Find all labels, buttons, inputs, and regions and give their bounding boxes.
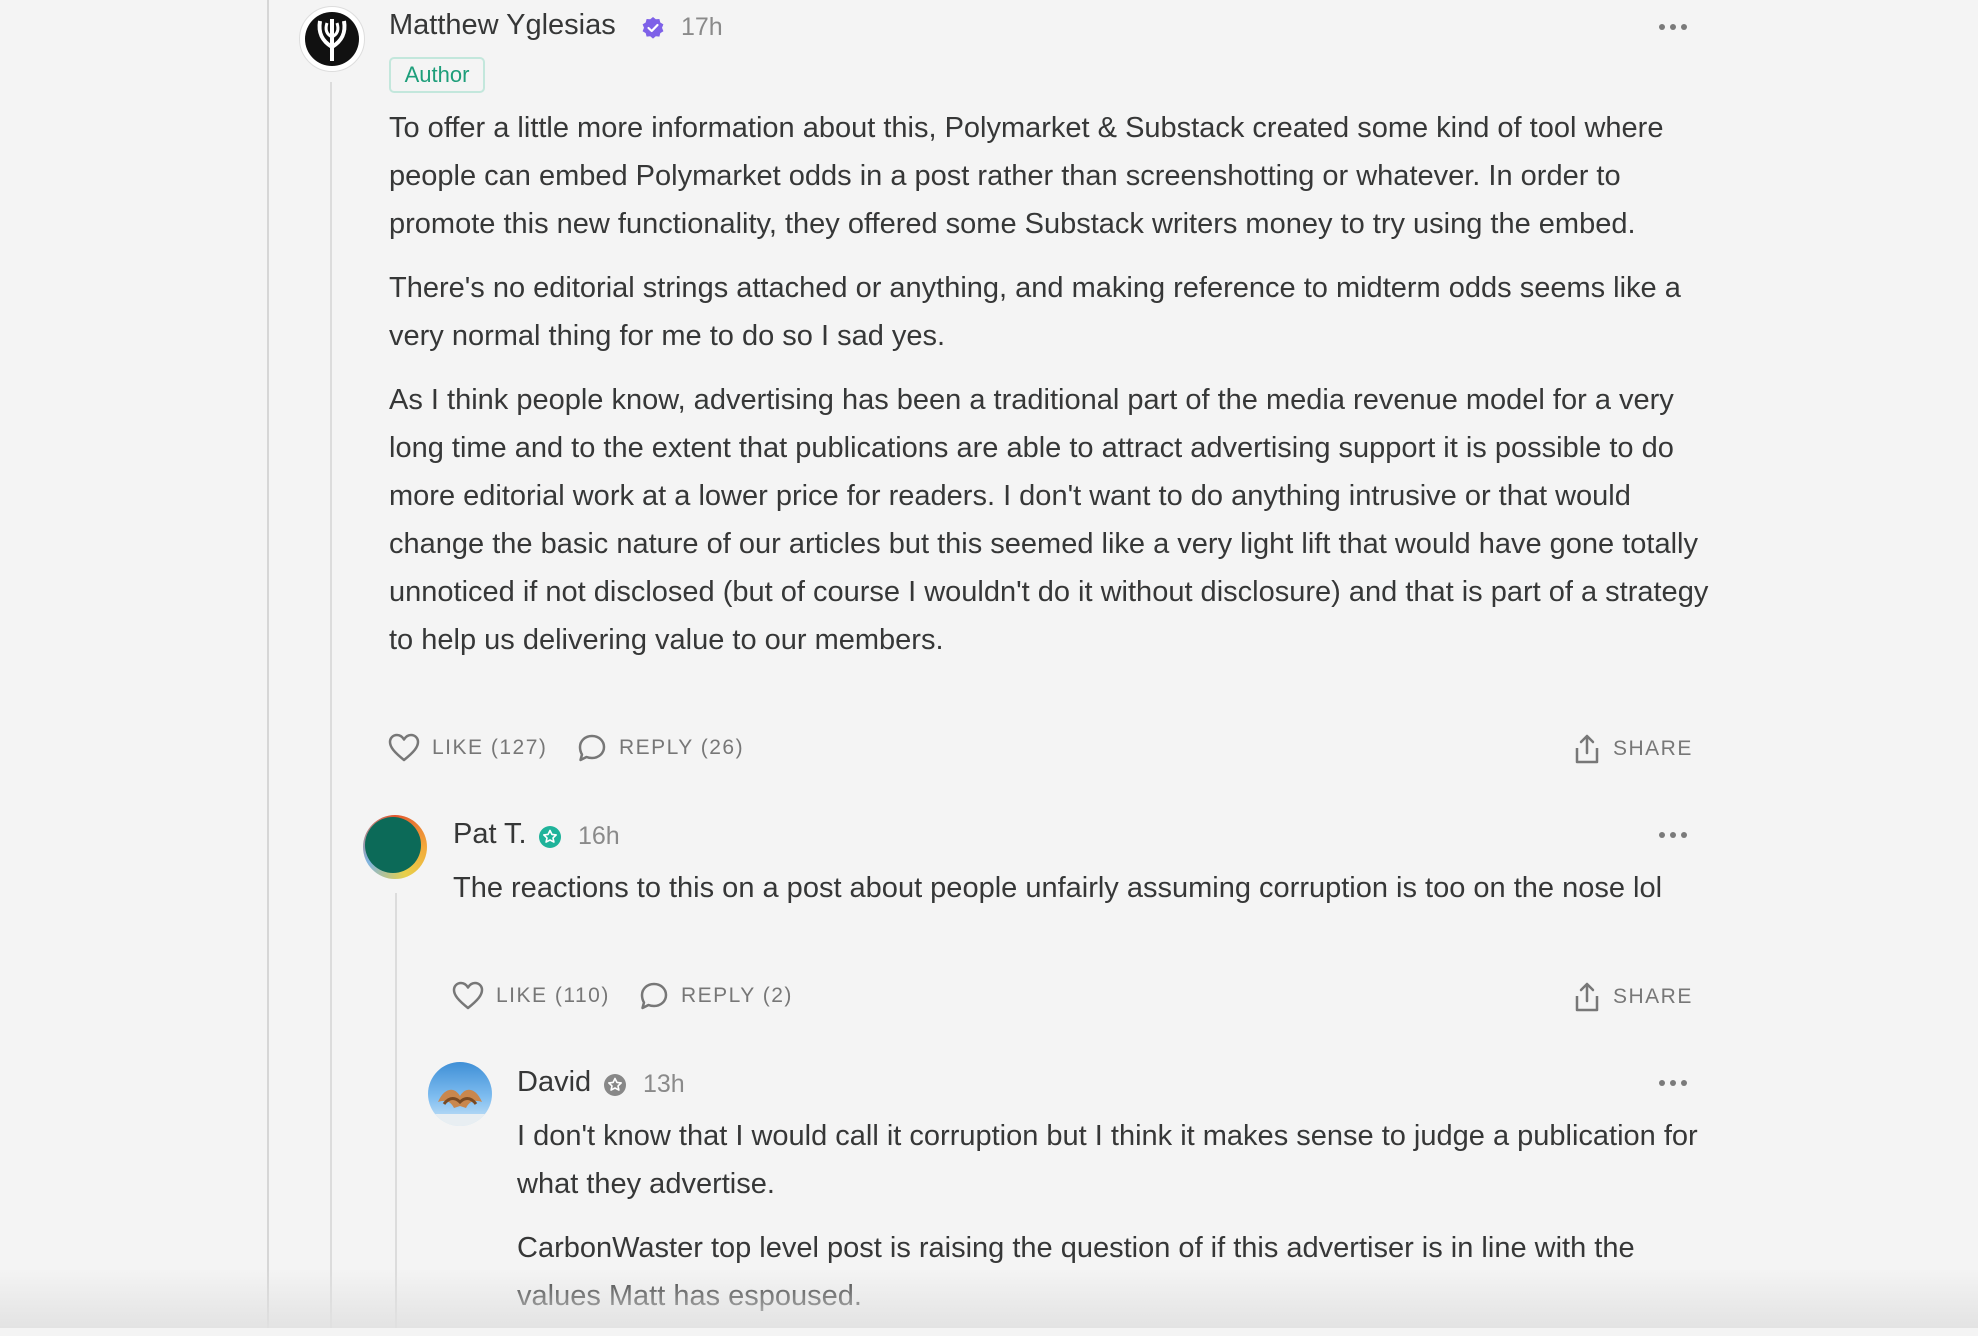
comment-author-name[interactable]: Matthew Yglesias — [389, 9, 616, 42]
more-options-icon[interactable] — [1658, 1077, 1688, 1089]
comment-timestamp[interactable]: 16h — [578, 822, 620, 851]
verified-check-icon — [642, 17, 664, 39]
speech-bubble-icon — [578, 734, 606, 762]
share-label: SHARE — [1613, 985, 1693, 1008]
author-badge: Author — [389, 57, 485, 93]
comment-author-name[interactable]: David — [517, 1066, 591, 1099]
reply-button[interactable]: REPLY (2) — [639, 981, 793, 1011]
reply-label: REPLY (26) — [619, 736, 745, 759]
share-label: SHARE — [1613, 737, 1693, 760]
share-button[interactable]: SHARE — [1573, 733, 1693, 765]
comment-paragraph: The reactions to this on a post about pe… — [453, 872, 1663, 904]
bottom-fade — [0, 1268, 1978, 1328]
more-options-icon[interactable] — [1658, 829, 1688, 841]
comment-paragraph: There's no editorial strings attached or… — [389, 272, 1681, 352]
like-button[interactable]: LIKE (110) — [452, 981, 610, 1011]
more-options-icon[interactable] — [1658, 21, 1688, 33]
subscriber-badge-icon — [604, 1074, 626, 1096]
subscriber-badge-icon — [539, 826, 561, 848]
like-button[interactable]: LIKE (127) — [388, 733, 547, 763]
comment-paragraph: To offer a little more information about… — [389, 112, 1664, 240]
comment-body: The reactions to this on a post about pe… — [453, 864, 1703, 928]
avatar-matthew-yglesias[interactable] — [299, 6, 365, 72]
comment-paragraph: I don't know that I would call it corrup… — [517, 1120, 1698, 1200]
heart-icon — [452, 981, 484, 1010]
thread-line-level-1[interactable] — [330, 82, 332, 1328]
comment-timestamp[interactable]: 17h — [681, 13, 723, 42]
heart-icon — [388, 733, 420, 762]
like-label: LIKE (127) — [432, 736, 548, 759]
reply-label: REPLY (2) — [681, 984, 793, 1007]
comment-paragraph: As I think people know, advertising has … — [389, 384, 1709, 656]
share-icon — [1575, 734, 1599, 764]
comment-timestamp[interactable]: 13h — [643, 1070, 685, 1099]
like-label: LIKE (110) — [496, 984, 610, 1007]
avatar-photo — [428, 1089, 492, 1126]
reply-button[interactable]: REPLY (26) — [577, 733, 744, 763]
page-left-border — [267, 0, 269, 1328]
avatar-david[interactable] — [428, 1062, 492, 1126]
speech-bubble-icon — [640, 982, 668, 1010]
thread-line-level-2[interactable] — [395, 893, 397, 1328]
comment-body: To offer a little more information about… — [389, 104, 1709, 680]
avatar-pat-t[interactable] — [363, 815, 427, 879]
logo-icon — [305, 12, 359, 66]
comment-author-name[interactable]: Pat T. — [453, 818, 527, 851]
share-icon — [1575, 982, 1599, 1012]
share-button[interactable]: SHARE — [1573, 981, 1693, 1013]
